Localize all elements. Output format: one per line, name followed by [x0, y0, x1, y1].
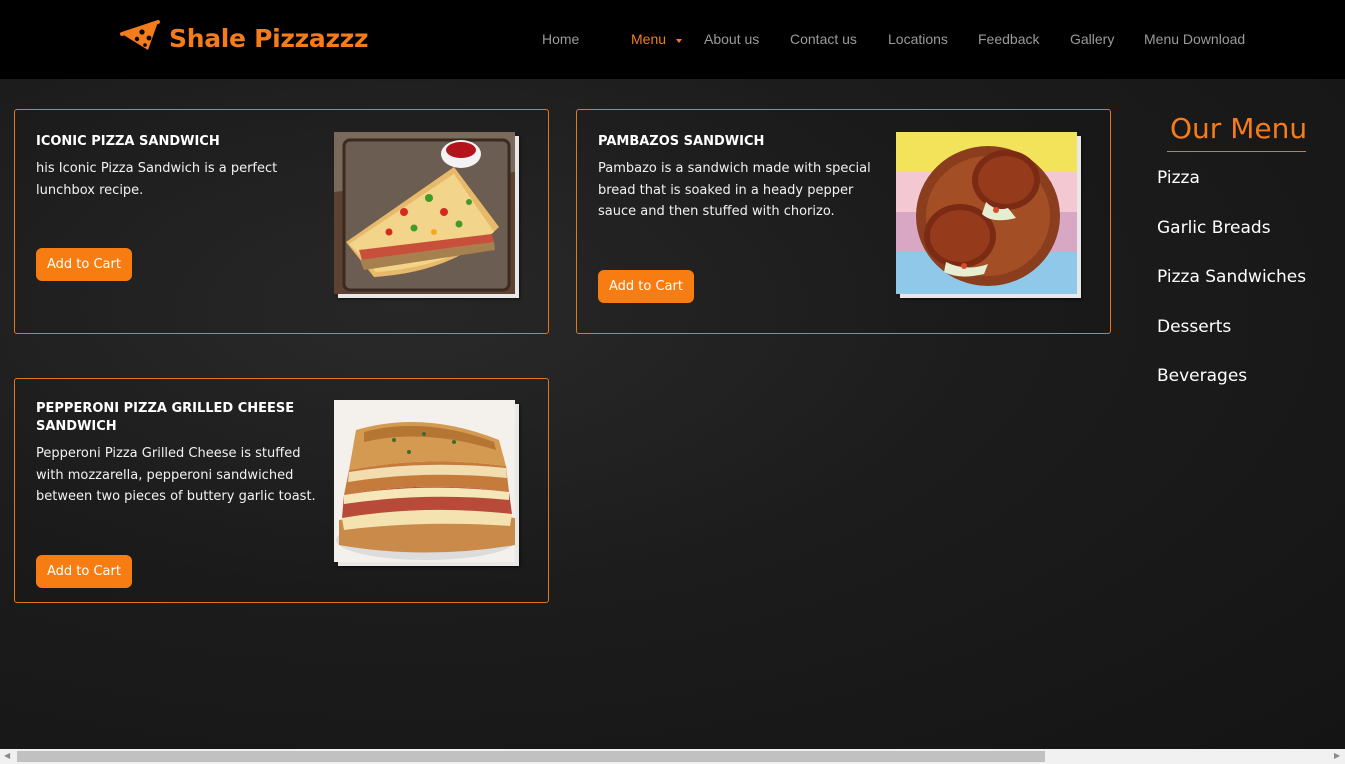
brand[interactable]: Shale Pizzazzz — [120, 20, 369, 57]
product-card-pepperoni-pizza-grilled-cheese-sandwich: PEPPERONI PIZZA GRILLED CHEESE SANDWICH … — [14, 378, 549, 603]
sidebar-item-beverages[interactable]: Beverages — [1157, 366, 1247, 386]
add-to-cart-button[interactable]: Add to Cart — [598, 270, 694, 303]
scrollbar-thumb[interactable] — [17, 751, 1045, 762]
pizza-slice-icon — [120, 20, 160, 57]
sidebar-item-pizza-sandwiches[interactable]: Pizza Sandwiches — [1157, 267, 1306, 287]
product-description: his Iconic Pizza Sandwich is a perfect l… — [36, 161, 278, 198]
product-description: Pambazo is a sandwich made with special … — [598, 161, 871, 219]
nav-about-us[interactable]: About us — [704, 31, 759, 47]
horizontal-scrollbar[interactable]: ◀ ▶ — [0, 749, 1345, 764]
product-description: Pepperoni Pizza Grilled Cheese is stuffe… — [36, 446, 316, 504]
product-image — [896, 132, 1077, 294]
nav-feedback[interactable]: Feedback — [978, 31, 1039, 47]
scroll-right-icon[interactable]: ▶ — [1334, 752, 1340, 760]
nav-menu-download[interactable]: Menu Download — [1144, 31, 1245, 47]
nav-menu[interactable]: Menu — [631, 31, 666, 47]
sidebar-item-pizza[interactable]: Pizza — [1157, 168, 1200, 188]
sidebar-item-garlic-breads[interactable]: Garlic Breads — [1157, 218, 1271, 238]
nav-contact-us[interactable]: Contact us — [790, 31, 857, 47]
scroll-left-icon[interactable]: ◀ — [4, 752, 10, 760]
product-title: PAMBAZOS SANDWICH — [598, 134, 765, 149]
sidebar-divider — [1167, 151, 1306, 152]
product-card-iconic-pizza-sandwich: ICONIC PIZZA SANDWICH his Iconic Pizza S… — [14, 109, 549, 334]
sidebar-title: Our Menu — [1170, 112, 1308, 145]
nav-home[interactable]: Home — [542, 31, 579, 47]
brand-name: Shale Pizzazzz — [169, 24, 369, 53]
add-to-cart-button[interactable]: Add to Cart — [36, 555, 132, 588]
top-navbar: Shale Pizzazzz Home Menu About us Contac… — [0, 0, 1345, 79]
product-title: ICONIC PIZZA SANDWICH — [36, 134, 220, 149]
product-image — [334, 132, 515, 294]
chevron-down-icon — [676, 39, 682, 43]
product-title: PEPPERONI PIZZA GRILLED CHEESE SANDWICH — [36, 401, 295, 434]
product-image — [334, 400, 515, 562]
nav-locations[interactable]: Locations — [888, 31, 948, 47]
product-card-pambazos-sandwich: PAMBAZOS SANDWICH Pambazo is a sandwich … — [576, 109, 1111, 334]
sidebar-item-desserts[interactable]: Desserts — [1157, 317, 1231, 337]
nav-gallery[interactable]: Gallery — [1070, 31, 1114, 47]
add-to-cart-button[interactable]: Add to Cart — [36, 248, 132, 281]
